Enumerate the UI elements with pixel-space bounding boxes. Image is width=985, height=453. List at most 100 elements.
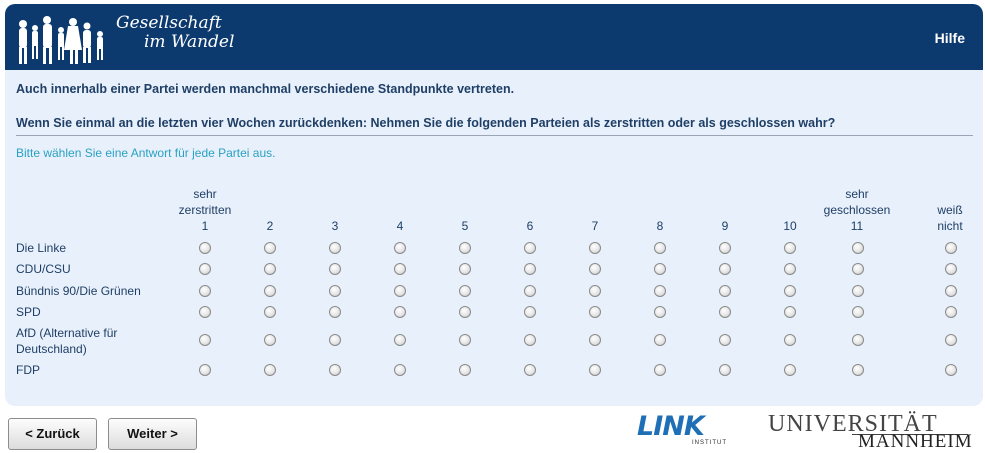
radio-row4-col-7[interactable]: [589, 306, 601, 318]
radio-row4-col-5[interactable]: [459, 306, 471, 318]
radio-row1-col-3[interactable]: [329, 242, 341, 254]
radio-row5-col-1[interactable]: [199, 334, 211, 346]
radio-row1-col-10[interactable]: [784, 242, 796, 254]
radio-row6-col-11[interactable]: [852, 364, 864, 376]
column-header-3: 3: [331, 219, 339, 233]
scale-low-word2: zerstritten: [178, 203, 232, 217]
radio-row3-col-7[interactable]: [589, 285, 601, 297]
radio-row6-col-dont-know[interactable]: [945, 364, 957, 376]
question-panel: Auch innerhalb einer Partei werden manch…: [5, 70, 983, 406]
question-divider: [16, 135, 973, 136]
radio-row6-col-7[interactable]: [589, 364, 601, 376]
intro-text: Auch innerhalb einer Partei werden manch…: [16, 82, 515, 96]
radio-row1-col-4[interactable]: [394, 242, 406, 254]
radio-row2-col-dont-know[interactable]: [945, 263, 957, 275]
radio-row5-col-5[interactable]: [459, 334, 471, 346]
radio-row6-col-8[interactable]: [654, 364, 666, 376]
radio-row2-col-9[interactable]: [719, 263, 731, 275]
scale-high-word1: sehr: [845, 187, 869, 201]
radio-row6-col-9[interactable]: [719, 364, 731, 376]
column-header-dont-know: weiß nicht: [925, 202, 975, 234]
radio-row2-col-10[interactable]: [784, 263, 796, 275]
column-header-7: 7: [591, 219, 599, 233]
radio-row3-col-2[interactable]: [264, 285, 276, 297]
radio-row4-col-2[interactable]: [264, 306, 276, 318]
radio-row2-col-2[interactable]: [264, 263, 276, 275]
instruction-text: Bitte wählen Sie eine Antwort für jede P…: [16, 146, 276, 160]
row-label-afd-line1: AfD (Alternative für: [16, 326, 118, 340]
brand-wordmark: Gesellschaft im Wandel: [116, 14, 234, 52]
radio-row6-col-6[interactable]: [524, 364, 536, 376]
radio-row6-col-5[interactable]: [459, 364, 471, 376]
radio-row4-col-9[interactable]: [719, 306, 731, 318]
radio-row6-col-10[interactable]: [784, 364, 796, 376]
radio-row5-col-6[interactable]: [524, 334, 536, 346]
radio-row1-col-8[interactable]: [654, 242, 666, 254]
radio-row4-col-11[interactable]: [852, 306, 864, 318]
radio-row2-col-8[interactable]: [654, 263, 666, 275]
radio-row3-col-4[interactable]: [394, 285, 406, 297]
radio-row5-col-7[interactable]: [589, 334, 601, 346]
header-bar: Gesellschaft im Wandel Hilfe: [5, 4, 983, 70]
radio-row6-col-4[interactable]: [394, 364, 406, 376]
radio-row4-col-3[interactable]: [329, 306, 341, 318]
radio-row1-col-11[interactable]: [852, 242, 864, 254]
radio-row3-col-8[interactable]: [654, 285, 666, 297]
radio-row3-col-1[interactable]: [199, 285, 211, 297]
next-button[interactable]: Weiter >: [108, 418, 197, 450]
row-label-fdp: FDP: [16, 363, 40, 377]
radio-row1-col-5[interactable]: [459, 242, 471, 254]
brand-line2: im Wandel: [144, 32, 235, 52]
radio-row6-col-2[interactable]: [264, 364, 276, 376]
radio-row4-col-10[interactable]: [784, 306, 796, 318]
radio-row4-col-1[interactable]: [199, 306, 211, 318]
radio-row5-col-11[interactable]: [852, 334, 864, 346]
radio-row3-col-5[interactable]: [459, 285, 471, 297]
radio-row5-col-9[interactable]: [719, 334, 731, 346]
radio-row5-col-10[interactable]: [784, 334, 796, 346]
radio-row5-col-2[interactable]: [264, 334, 276, 346]
radio-row6-col-1[interactable]: [199, 364, 211, 376]
radio-row2-col-11[interactable]: [852, 263, 864, 275]
back-button[interactable]: < Zurück: [8, 418, 97, 450]
radio-row2-col-3[interactable]: [329, 263, 341, 275]
radio-row2-col-5[interactable]: [459, 263, 471, 275]
radio-row2-col-4[interactable]: [394, 263, 406, 275]
question-text: Wenn Sie einmal an die letzten vier Woch…: [16, 116, 836, 130]
help-link[interactable]: Hilfe: [935, 30, 965, 46]
radio-row1-col-1[interactable]: [199, 242, 211, 254]
radio-row1-col-dont-know[interactable]: [945, 242, 957, 254]
column-header-2: 2: [266, 219, 274, 233]
column-header-5: 5: [461, 219, 469, 233]
radio-row3-col-6[interactable]: [524, 285, 536, 297]
row-label-afd: AfD (Alternative für Deutschland): [16, 325, 117, 357]
radio-row4-col-4[interactable]: [394, 306, 406, 318]
radio-row1-col-7[interactable]: [589, 242, 601, 254]
radio-row5-col-4[interactable]: [394, 334, 406, 346]
radio-row3-col-3[interactable]: [329, 285, 341, 297]
radio-row3-col-9[interactable]: [719, 285, 731, 297]
radio-row3-col-dont-know[interactable]: [945, 285, 957, 297]
radio-row4-col-8[interactable]: [654, 306, 666, 318]
radio-row5-col-3[interactable]: [329, 334, 341, 346]
radio-row2-col-7[interactable]: [589, 263, 601, 275]
scale-dk-word1: weiß: [937, 203, 963, 217]
radio-row4-col-6[interactable]: [524, 306, 536, 318]
radio-row5-col-dont-know[interactable]: [945, 334, 957, 346]
row-label-cdu-csu: CDU/CSU: [16, 262, 71, 276]
radio-row1-col-6[interactable]: [524, 242, 536, 254]
radio-row5-col-8[interactable]: [654, 334, 666, 346]
radio-row2-col-1[interactable]: [199, 263, 211, 275]
column-number: 11: [850, 219, 864, 233]
radio-row6-col-3[interactable]: [329, 364, 341, 376]
row-label-spd: SPD: [16, 305, 41, 319]
radio-row1-col-9[interactable]: [719, 242, 731, 254]
radio-row3-col-10[interactable]: [784, 285, 796, 297]
row-label-gruene: Bündnis 90/Die Grünen: [16, 284, 141, 298]
radio-row4-col-dont-know[interactable]: [945, 306, 957, 318]
link-logo-word: LINK: [637, 411, 705, 442]
uni-logo-line2: MANNHEIM: [858, 431, 973, 452]
radio-row3-col-11[interactable]: [852, 285, 864, 297]
radio-row1-col-2[interactable]: [264, 242, 276, 254]
radio-row2-col-6[interactable]: [524, 263, 536, 275]
